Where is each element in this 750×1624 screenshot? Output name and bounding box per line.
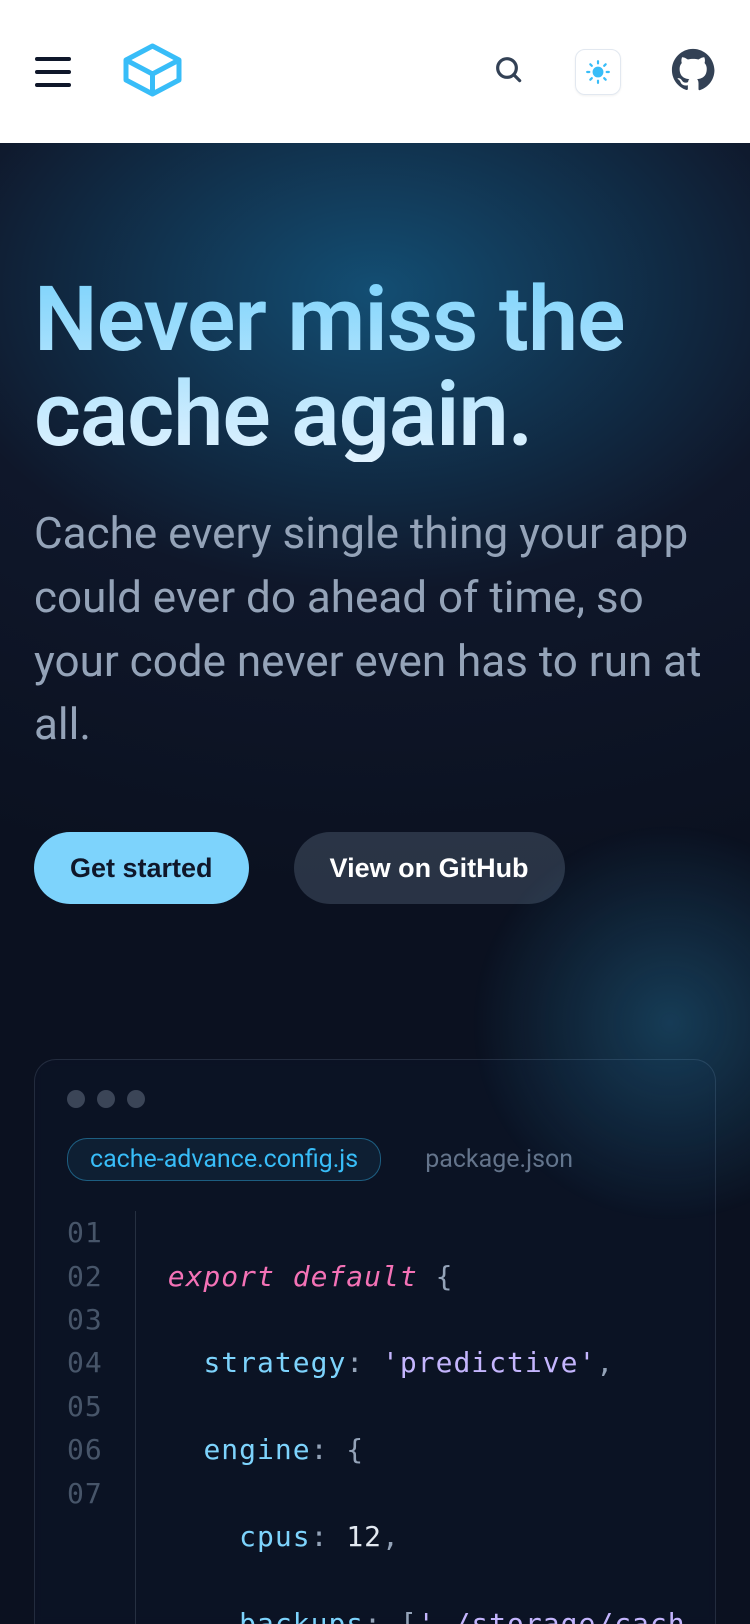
tab-config[interactable]: cache-advance.config.js: [67, 1138, 381, 1181]
menu-icon[interactable]: [35, 57, 71, 87]
hero-title: Never miss the cache again.: [34, 273, 716, 462]
theme-toggle[interactable]: [575, 49, 621, 95]
tab-package-json[interactable]: package.json: [425, 1145, 573, 1174]
code-lines: export default { strategy: 'predictive',…: [136, 1211, 683, 1624]
brand-logo[interactable]: [121, 42, 184, 102]
cta-row: Get started View on GitHub: [34, 832, 716, 904]
sun-icon: [585, 59, 611, 85]
top-nav: [0, 0, 750, 143]
get-started-button[interactable]: Get started: [34, 832, 249, 904]
hero-subtitle: Cache every single thing your app could …: [34, 502, 716, 757]
code-tabs: cache-advance.config.js package.json: [35, 1108, 715, 1181]
line-gutter: 01 02 03 04 05 06 07: [67, 1211, 136, 1624]
hero-section: Never miss the cache again. Cache every …: [0, 143, 750, 1624]
view-github-button[interactable]: View on GitHub: [294, 832, 565, 904]
code-body: 01 02 03 04 05 06 07 export default { st…: [35, 1211, 715, 1624]
window-traffic-lights: [35, 1090, 715, 1108]
search-icon[interactable]: [493, 54, 525, 90]
github-icon[interactable]: [671, 48, 715, 96]
code-window: cache-advance.config.js package.json 01 …: [34, 1059, 716, 1624]
